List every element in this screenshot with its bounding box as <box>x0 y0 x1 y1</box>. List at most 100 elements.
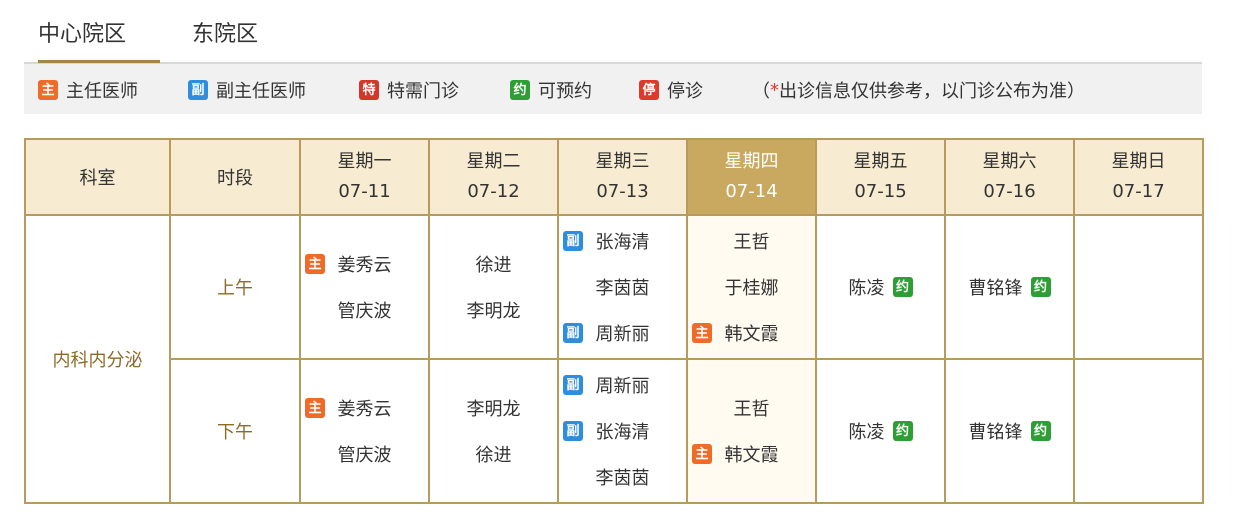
legend-associate-chief-physician: 副 副主任医师 <box>188 78 306 102</box>
doctor-name: 曹铭锋 <box>968 278 1023 299</box>
doctor-entry-inner: 主韩文霞 <box>688 431 815 477</box>
doctor-name: 徐进 <box>475 255 512 276</box>
doctor-name: 徐进 <box>475 445 512 466</box>
chief-badge-icon: 主 <box>692 444 712 464</box>
date-label: 07-17 <box>1112 181 1165 202</box>
slot-cell: 副张海清 李茵茵副周新丽 <box>557 214 688 360</box>
doctor-entry[interactable]: 副周新丽 <box>559 362 686 408</box>
tab-east-campus[interactable]: 东院区 <box>192 16 292 60</box>
date-label: 07-11 <box>338 181 391 202</box>
row-morning: 内科内分泌 上午 主姜秀云 管庆波 徐进 李明龙 副张海清 李茵茵副周新丽 王哲 于桂娜… <box>24 214 1204 504</box>
weekday-label: 星期六 <box>982 151 1037 172</box>
suspended-badge-icon: 停 <box>639 80 659 100</box>
slot-cell: 陈凌约 <box>815 214 946 360</box>
doctor-entry[interactable]: 管庆波 <box>301 287 428 333</box>
doctor-name: 管庆波 <box>337 445 392 466</box>
legend-label: 特需门诊 <box>387 81 459 102</box>
doctor-entry-inner: 副张海清 <box>559 218 686 264</box>
weekday-label: 星期日 <box>1111 151 1166 172</box>
slot-cell: 副周新丽副张海清 李茵茵 <box>557 358 688 504</box>
booking-badge-icon[interactable]: 约 <box>1030 277 1051 297</box>
doctor-entry-inner: 曹铭锋约 <box>946 264 1073 310</box>
associate-badge-icon: 副 <box>188 80 208 100</box>
chief-badge-icon: 主 <box>692 323 712 343</box>
doctor-entry[interactable]: 陈凌约 <box>817 408 944 454</box>
doctor-entry[interactable]: 李明龙 <box>430 287 557 333</box>
date-label: 07-13 <box>596 181 649 202</box>
slot-cell: 陈凌约 <box>815 358 946 504</box>
doctor-entry[interactable]: 副张海清 <box>559 408 686 454</box>
doctor-entry-inner: 主姜秀云 <box>301 385 428 431</box>
doctor-entry[interactable]: 主姜秀云 <box>301 385 428 431</box>
doctor-entry[interactable]: 主韩文霞 <box>688 431 815 477</box>
doctor-entry[interactable]: 徐进 <box>430 431 557 477</box>
campus-tabs: 中心院区 东院区 <box>24 0 1202 64</box>
chief-badge-icon: 主 <box>305 398 325 418</box>
legend-special-clinic: 特 特需门诊 <box>359 78 459 102</box>
date-label: 07-16 <box>983 181 1036 202</box>
tab-central-campus[interactable]: 中心院区 <box>38 16 160 63</box>
doctor-name: 周新丽 <box>595 376 650 397</box>
note-text: 出诊信息仅供参考，以门诊公布为准 <box>779 81 1067 102</box>
doctor-entry-inner: 副周新丽 <box>559 362 686 408</box>
booking-badge-icon[interactable]: 约 <box>892 421 913 441</box>
legend-label: 副主任医师 <box>216 81 306 102</box>
doctor-entry-inner: 王哲 <box>688 385 815 431</box>
doctor-entry-inner: 管庆波 <box>301 287 428 333</box>
associate-badge-icon: 副 <box>563 421 583 441</box>
booking-badge-icon[interactable]: 约 <box>892 277 913 297</box>
doctor-name: 陈凌 <box>848 278 885 299</box>
doctor-entry[interactable]: 曹铭锋约 <box>946 264 1073 310</box>
doctor-entry-inner: 于桂娜 <box>688 264 815 310</box>
doctor-entry[interactable]: 王哲 <box>688 385 815 431</box>
slot-cell: 主姜秀云管庆波 <box>299 358 430 504</box>
weekday-label: 星期四 <box>724 151 779 172</box>
doctor-entry[interactable]: 副张海清 <box>559 218 686 264</box>
doctor-entry-inner: 主姜秀云 <box>301 241 428 287</box>
slot-cell: 李明龙 徐进 <box>428 358 559 504</box>
period-cell: 上午 <box>169 214 301 360</box>
doctor-name: 周新丽 <box>595 324 650 345</box>
doctor-entry[interactable]: 曹铭锋约 <box>946 408 1073 454</box>
legend-label: 主任医师 <box>66 81 138 102</box>
dept-cell: 内科内分泌 <box>24 214 171 504</box>
doctor-entry-inner: 副周新丽 <box>559 310 686 356</box>
note-close: ） <box>1067 81 1085 102</box>
doctor-name: 王哲 <box>733 399 770 420</box>
doctor-entry[interactable]: 主韩文霞 <box>688 310 815 356</box>
weekday-label: 星期二 <box>466 151 521 172</box>
date-label: 07-12 <box>467 181 520 202</box>
doctor-entry[interactable]: 李茵茵 <box>559 454 686 500</box>
doctor-name: 韩文霞 <box>724 324 779 345</box>
doctor-name: 王哲 <box>733 232 770 253</box>
slot-cell: 曹铭锋约 <box>944 214 1075 360</box>
legend-label: 停诊 <box>667 81 703 102</box>
doctor-entry-inner: 李明龙 <box>430 287 557 333</box>
weekday-label: 星期三 <box>595 151 650 172</box>
doctor-entry[interactable]: 李明龙 <box>430 385 557 431</box>
doctor-entry[interactable]: 王哲 <box>688 218 815 264</box>
slot-cell: 王哲主韩文霞 <box>686 358 817 504</box>
period-cell: 下午 <box>169 358 301 504</box>
doctor-entry-inner: 管庆波 <box>301 431 428 477</box>
doctor-entry[interactable]: 副周新丽 <box>559 310 686 356</box>
doctor-name: 姜秀云 <box>337 255 392 276</box>
doctor-entry[interactable]: 李茵茵 <box>559 264 686 310</box>
doctor-entry[interactable]: 陈凌约 <box>817 264 944 310</box>
associate-badge-icon: 副 <box>563 231 583 251</box>
doctor-entry[interactable]: 主姜秀云 <box>301 241 428 287</box>
doctor-entry[interactable]: 管庆波 <box>301 431 428 477</box>
booking-badge-icon[interactable]: 约 <box>1030 421 1051 441</box>
schedule-body: 内科内分泌 上午 主姜秀云 管庆波 徐进 李明龙 副张海清 李茵茵副周新丽 王哲 于桂娜… <box>24 214 1204 504</box>
doctor-entry-inner: 陈凌约 <box>817 264 944 310</box>
legend-suspended: 停 停诊 <box>639 78 703 102</box>
doctor-entry-inner: 副张海清 <box>559 408 686 454</box>
doctor-entry[interactable]: 于桂娜 <box>688 264 815 310</box>
legend-bar: 主 主任医师 副 副主任医师 特 特需门诊 约 可预约 停 停诊 （ * 出诊信… <box>24 64 1202 114</box>
doctor-name: 张海清 <box>595 422 650 443</box>
header-row: 科室 时段 星期一 07-11 星期二 07-12 星期三 07-13 星期四 07-1… <box>24 138 1204 216</box>
doctor-entry[interactable]: 徐进 <box>430 241 557 287</box>
doctor-entry-inner: 徐进 <box>430 241 557 287</box>
day-header-mon: 星期一 07-11 <box>299 138 430 216</box>
associate-badge-icon: 副 <box>563 375 583 395</box>
